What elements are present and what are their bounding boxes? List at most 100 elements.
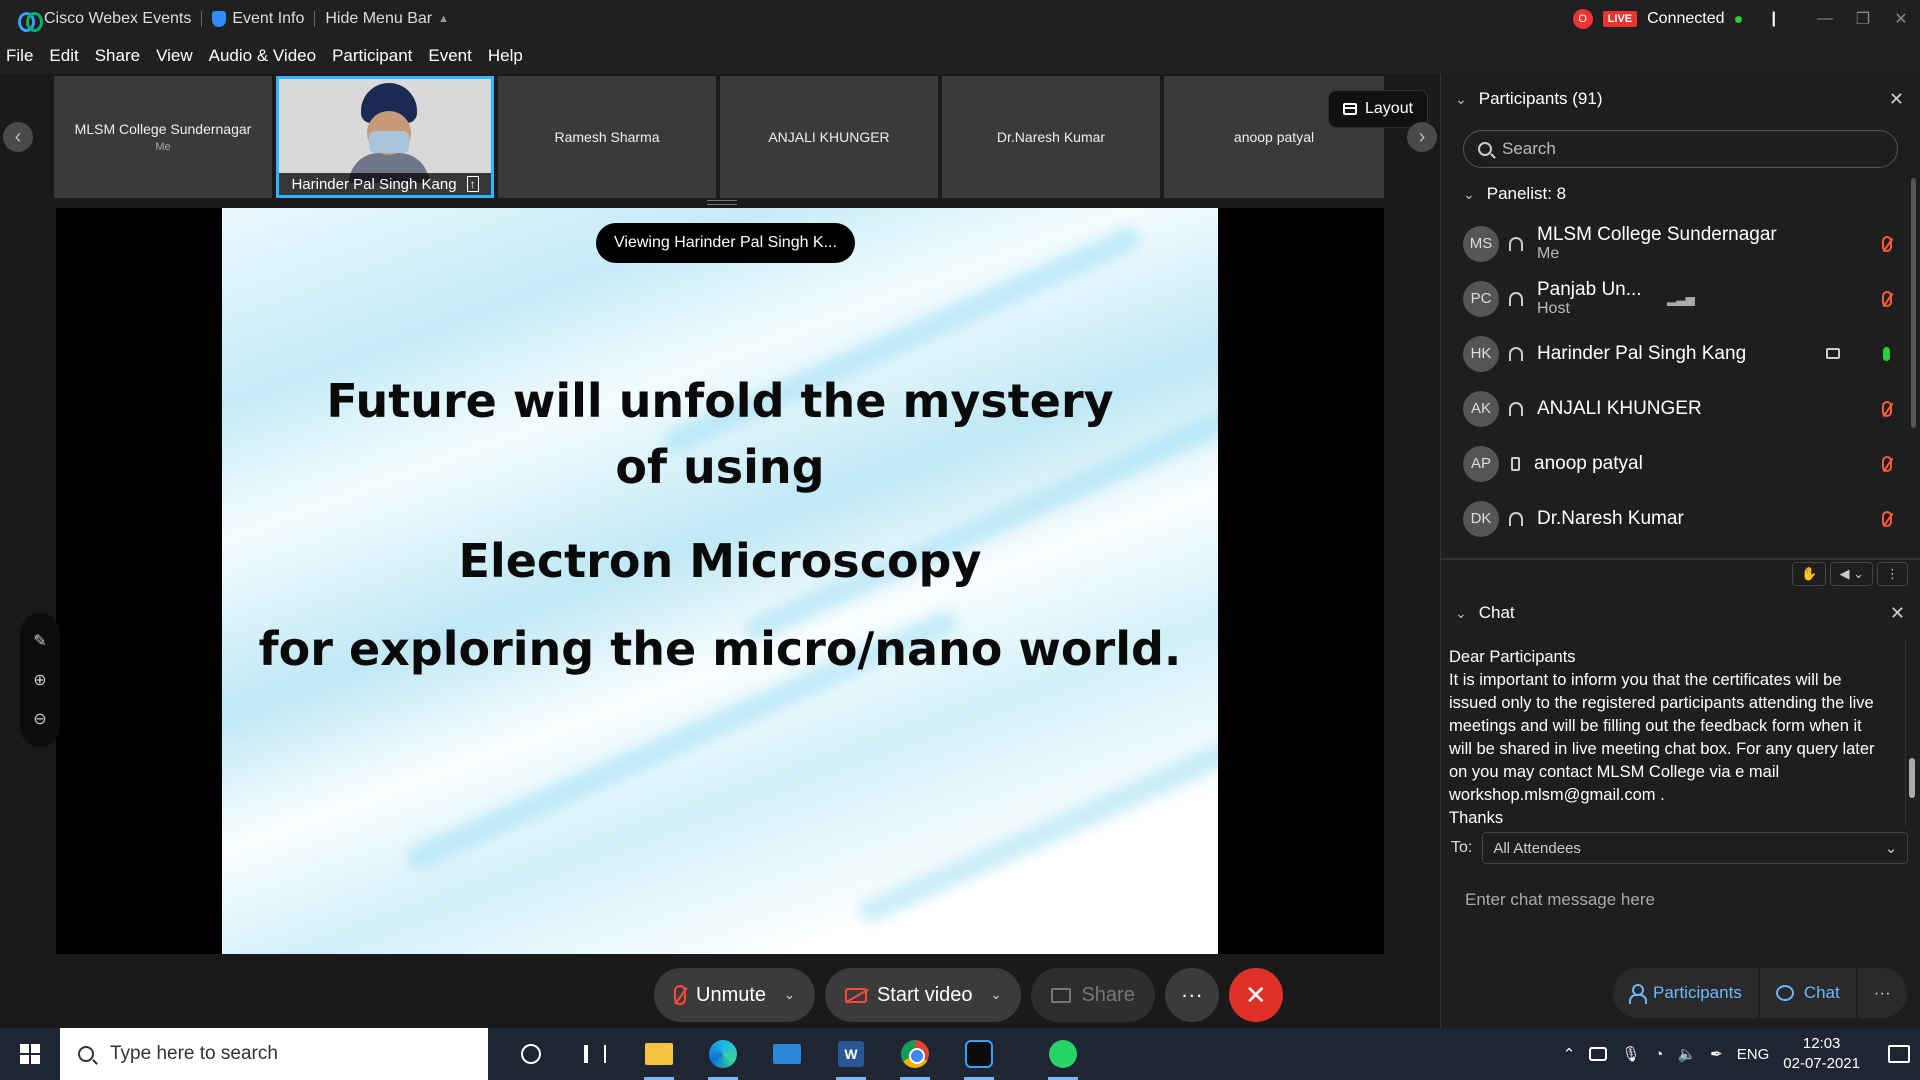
annotation-toolbar: ✎ ⊕ ⊖ <box>20 613 60 747</box>
menu-audio-video[interactable]: Audio & Video <box>201 46 324 66</box>
menu-view[interactable]: View <box>148 46 201 66</box>
webex-icon[interactable] <box>960 1028 998 1080</box>
chat-tab[interactable]: Chat <box>1759 968 1856 1018</box>
pen-icon[interactable]: ✒ <box>1710 1045 1723 1063</box>
close-window-icon[interactable]: ✕ <box>1882 9 1920 29</box>
participant-row[interactable]: HK Harinder Pal Singh Kang <box>1441 326 1920 381</box>
annotate-icon[interactable]: ✎ <box>33 631 46 651</box>
participants-scrollbar[interactable] <box>1911 178 1916 428</box>
video-tile-harinder[interactable]: Harinder Pal Singh Kang ↑ <box>276 76 494 198</box>
zoom-out-icon[interactable]: ⊖ <box>33 709 46 729</box>
panelist-group-header[interactable]: ⌄ Panelist: 8 <box>1441 172 1920 216</box>
panel-divider <box>1441 558 1920 560</box>
menu-edit[interactable]: Edit <box>41 46 86 66</box>
mic-muted-icon[interactable] <box>1882 400 1892 417</box>
volume-icon[interactable]: 🔈 <box>1677 1045 1696 1063</box>
task-view-icon[interactable] <box>576 1028 614 1080</box>
layout-button[interactable]: Layout <box>1328 90 1429 128</box>
chevron-down-icon[interactable]: ⌄ <box>1455 91 1467 108</box>
chat-scrollbar[interactable] <box>1905 640 1917 826</box>
participant-row[interactable]: MS MLSM College Sundernagar Me <box>1441 216 1920 271</box>
close-icon[interactable]: ✕ <box>1890 603 1905 624</box>
system-tray: ⌃ 🎙 ◔ 🔈 ✒ ENG 12:03 02-07-2021 <box>1563 1028 1920 1080</box>
mic-muted-icon[interactable] <box>1882 510 1892 527</box>
menu-event[interactable]: Event <box>420 46 479 66</box>
share-button[interactable]: Share <box>1031 968 1155 1022</box>
menu-share[interactable]: Share <box>87 46 148 66</box>
leave-button[interactable]: ✕ <box>1228 968 1283 1022</box>
chat-title: Chat <box>1478 603 1515 622</box>
chat-section: ⌄ Chat ✕ Dear Participants It is importa… <box>1441 588 1920 909</box>
participant-row[interactable]: PC Panjab Un... Host ▂▃▅ <box>1441 271 1920 326</box>
chat-message-input[interactable]: Enter chat message here <box>1465 890 1655 910</box>
clock[interactable]: 12:03 02-07-2021 <box>1783 1034 1860 1074</box>
taskbar-search-input[interactable]: Type here to search <box>60 1028 488 1080</box>
whatsapp-icon[interactable] <box>1044 1028 1082 1080</box>
video-tile-naresh[interactable]: Dr.Naresh Kumar <box>942 76 1160 198</box>
word-icon[interactable]: W <box>832 1028 870 1080</box>
restore-icon[interactable]: ❐ <box>1844 9 1882 29</box>
zoom-in-icon[interactable]: ⊕ <box>33 670 46 690</box>
participant-row[interactable]: DK Dr.Naresh Kumar <box>1441 491 1920 546</box>
raise-hand-icon[interactable]: ✋ <box>1792 562 1827 586</box>
mic-on-icon[interactable] <box>1883 346 1890 361</box>
mic-muted-icon[interactable] <box>1882 235 1892 252</box>
event-info-button[interactable]: Event Info <box>202 10 314 28</box>
input-language[interactable]: ENG <box>1737 1046 1770 1063</box>
tile-name: Ramesh Sharma <box>554 129 660 145</box>
announce-icon[interactable]: ◀ ⌄ <box>1830 562 1873 586</box>
chevron-down-icon[interactable]: ⌄ <box>991 987 1002 1003</box>
live-badge: LIVE <box>1602 11 1638 27</box>
meeting-controls: Unmute ⌄ Start video ⌄ Share ··· ✕ <box>654 968 1283 1022</box>
onedrive-icon[interactable] <box>1589 1047 1608 1061</box>
menu-help[interactable]: Help <box>480 46 531 66</box>
edge-icon[interactable] <box>704 1028 742 1080</box>
participant-row[interactable]: AP anoop patyal <box>1441 436 1920 491</box>
more-options-button[interactable]: ··· <box>1164 968 1219 1022</box>
chrome-icon[interactable] <box>896 1028 934 1080</box>
tile-name: Dr.Naresh Kumar <box>996 129 1106 145</box>
participant-search-input[interactable]: Search <box>1463 130 1898 168</box>
app-title: Cisco Webex Events <box>0 10 201 32</box>
search-icon <box>1478 142 1492 156</box>
video-tile-ramesh[interactable]: Ramesh Sharma <box>498 76 716 198</box>
chevron-down-icon[interactable]: ⌄ <box>784 987 795 1003</box>
file-explorer-icon[interactable] <box>640 1028 678 1080</box>
connected-dot-icon <box>1734 15 1742 23</box>
close-icon[interactable]: ✕ <box>1889 89 1904 110</box>
mic-muted-icon[interactable] <box>1882 290 1892 307</box>
camera-icon[interactable] <box>1826 348 1840 359</box>
participant-role: Me <box>1537 244 1560 262</box>
participant-name: Dr.Naresh Kumar <box>1537 507 1684 529</box>
hide-menu-bar-button[interactable]: Hide Menu Bar ▲ <box>315 10 459 28</box>
show-hidden-icons-icon[interactable]: ⌃ <box>1563 1045 1576 1063</box>
participant-row[interactable]: AK ANJALI KHUNGER <box>1441 381 1920 436</box>
recipient-select[interactable]: All Attendees ⌄ <box>1482 832 1909 864</box>
more-options-icon[interactable]: ⋮ <box>1877 562 1908 586</box>
headset-icon <box>1509 236 1523 251</box>
cortana-icon[interactable] <box>512 1028 550 1080</box>
unmute-button[interactable]: Unmute ⌄ <box>654 968 815 1022</box>
recording-icon[interactable]: O <box>1572 9 1593 29</box>
mail-icon[interactable] <box>768 1028 806 1080</box>
notifications-icon[interactable] <box>1888 1045 1910 1063</box>
minimize-icon[interactable]: — <box>1806 10 1844 28</box>
video-tile-anjali[interactable]: ANJALI KHUNGER <box>720 76 938 198</box>
camera-off-icon <box>844 987 867 1003</box>
wifi-icon[interactable]: ◔ <box>1654 1046 1663 1063</box>
more-panels-button[interactable]: ··· <box>1857 968 1907 1018</box>
start-video-button[interactable]: Start video ⌄ <box>824 968 1022 1022</box>
headset-icon <box>1509 291 1523 306</box>
chevron-down-icon[interactable]: ⌄ <box>1455 605 1467 622</box>
filmstrip-resize-handle[interactable] <box>707 200 737 205</box>
mic-muted-icon[interactable] <box>1882 455 1892 472</box>
microphone-icon[interactable]: 🎙 <box>1621 1045 1640 1063</box>
video-tile-mlsm[interactable]: MLSM College Sundernagar Me <box>54 76 272 198</box>
chevron-left-icon[interactable]: ‹ <box>3 122 33 152</box>
participants-tab[interactable]: Participants <box>1613 968 1758 1018</box>
windows-start-button[interactable] <box>0 1028 60 1080</box>
menu-participant[interactable]: Participant <box>324 46 420 66</box>
chevron-right-icon[interactable]: › <box>1407 122 1437 152</box>
menu-file[interactable]: File <box>0 46 41 66</box>
taskbar-apps: W <box>512 1028 1082 1080</box>
